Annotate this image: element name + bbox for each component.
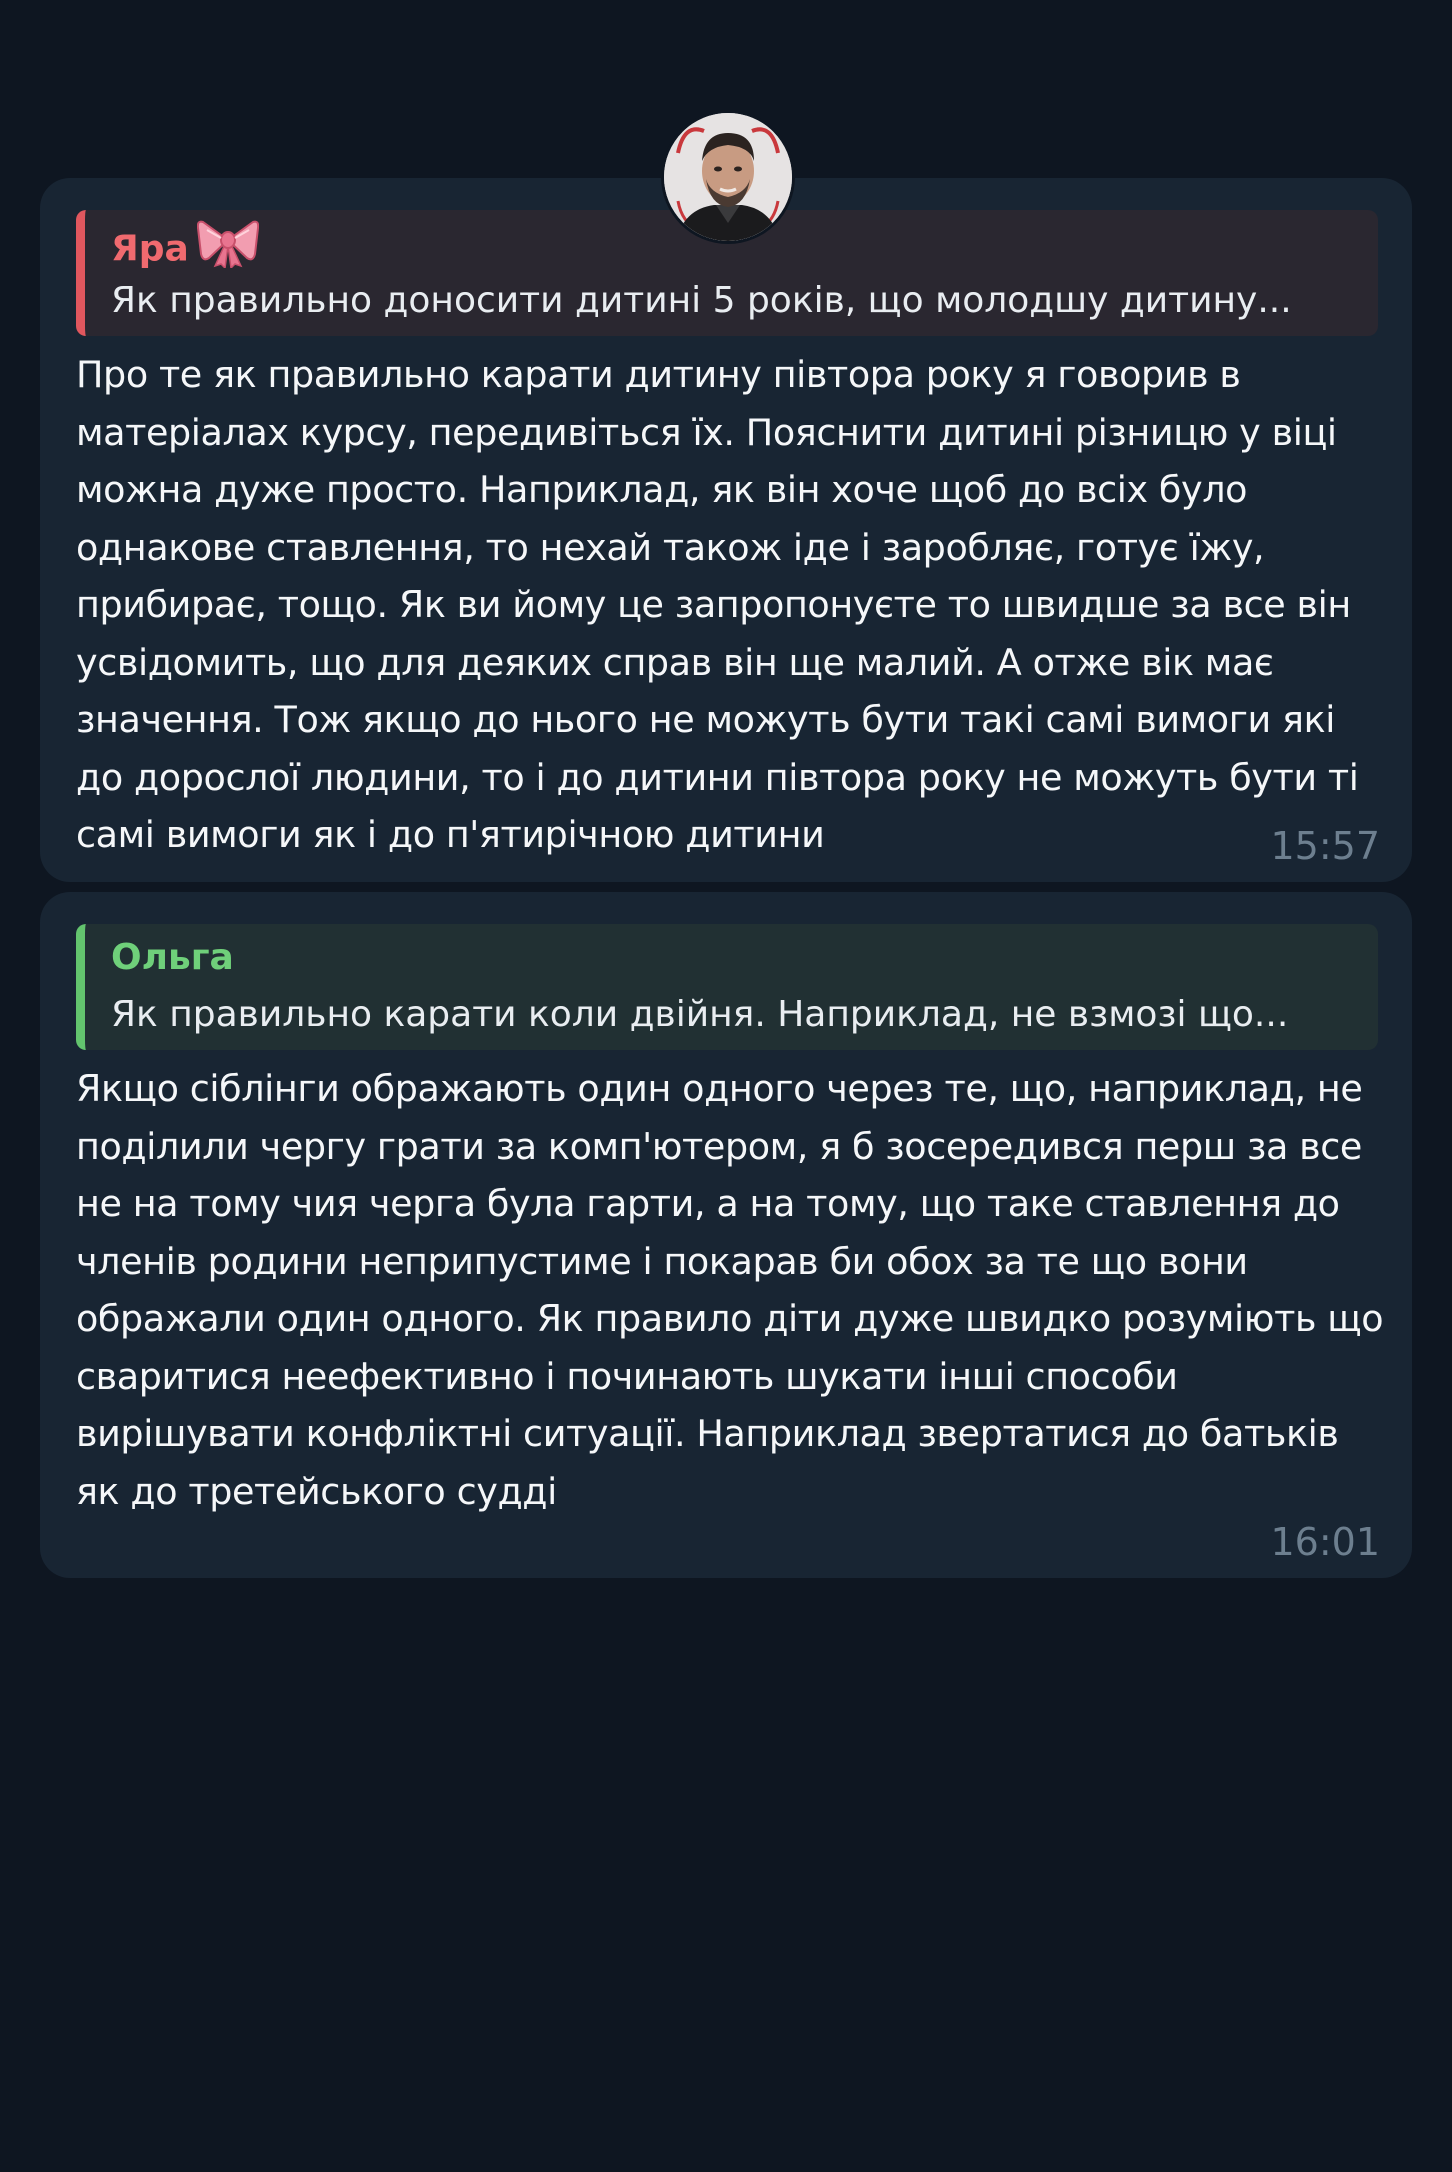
message-bubble[interactable]: Ольга Як правильно карати коли двійня. Н… <box>40 892 1412 1578</box>
reply-quote[interactable]: Ольга Як правильно карати коли двійня. Н… <box>76 924 1378 1050</box>
reply-author: Яра <box>111 228 189 270</box>
reply-text: Як правильно доносити дитині 5 років, що… <box>111 280 1292 321</box>
sender-avatar[interactable] <box>664 113 792 241</box>
message-time: 16:01 <box>1270 1520 1380 1564</box>
bow-icon <box>196 216 259 279</box>
reply-author-line: Яра <box>111 220 259 279</box>
reply-text: Як правильно карати коли двійня. Наприкл… <box>111 994 1289 1035</box>
reply-author: Ольга <box>111 937 234 978</box>
message-text: Якщо сіблінги ображають один одного чере… <box>76 1067 1384 1513</box>
message-bubble[interactable]: Яра Як правильно доносити дитині 5 років… <box>40 178 1412 882</box>
message-text: Про те як правильно карати дитину півтор… <box>76 353 1359 856</box>
message-time: 15:57 <box>1270 824 1380 868</box>
avatar-photo <box>664 113 792 241</box>
